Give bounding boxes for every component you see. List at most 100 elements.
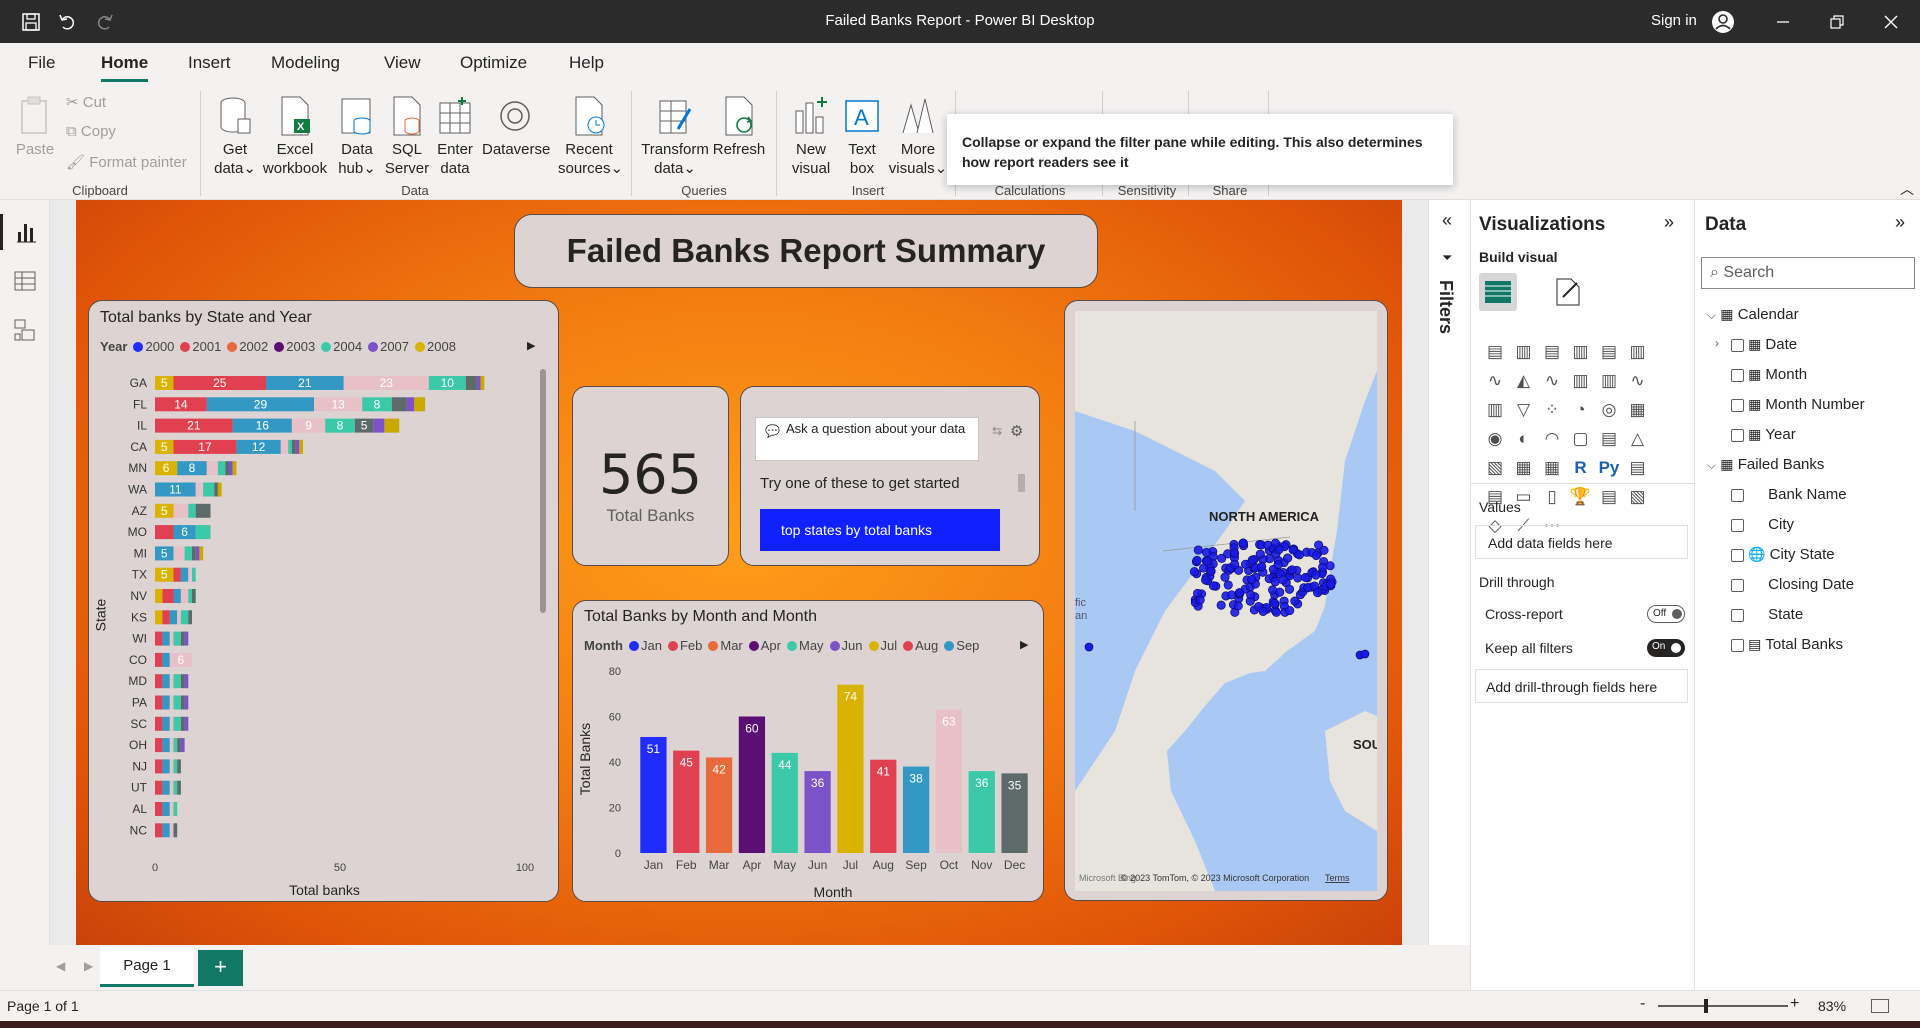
more-visuals-button[interactable]: More visuals⌄ [888,95,948,178]
data-field[interactable]: ▦ Month [1721,366,1807,383]
close-icon[interactable] [1877,8,1905,36]
qna-share-icon[interactable]: ⇆ [992,424,1002,438]
data-field[interactable]: Closing Date [1721,576,1854,593]
state-year-chart[interactable]: Total banks by State and Year Year 2000 2… [88,300,559,902]
visual-type-icon[interactable]: 🏆 [1569,485,1593,509]
data-field[interactable]: › ▦ Date [1715,336,1797,353]
get-data-button[interactable]: Get data⌄ [210,95,260,178]
restore-icon[interactable] [1823,8,1851,36]
visual-type-icon[interactable]: ▦ [1512,456,1536,480]
keep-filters-toggle[interactable]: On [1647,639,1685,657]
qna-input[interactable]: 💬 Ask a question about your data [755,417,979,461]
excel-workbook-button[interactable]: X Excel workbook [262,95,328,178]
new-visual-button[interactable]: New visual [786,95,836,178]
data-field[interactable]: 🌐 City State [1721,546,1835,563]
visual-type-icon[interactable]: ▤ [1597,340,1621,364]
visual-type-icon[interactable]: ▤ [1540,340,1564,364]
zoom-in-button[interactable]: + [1790,995,1799,1013]
data-field[interactable]: ▤ Total Banks [1721,636,1843,653]
add-data-fields-well[interactable]: Add data fields here [1475,525,1688,559]
add-page-button[interactable]: + [198,950,243,986]
menu-file[interactable]: File [28,53,55,73]
visual-type-icon[interactable]: R [1569,456,1593,480]
visual-type-icon[interactable]: ▦ [1540,456,1564,480]
month-chart[interactable]: Total Banks by Month and Month Month Jan… [572,600,1044,902]
visual-type-icon[interactable]: ∿ [1626,369,1650,393]
collapse-ribbon-icon[interactable]: ︿ [1900,179,1914,199]
visual-type-icon[interactable]: △ [1626,427,1650,451]
text-box-button[interactable]: A Text box [840,95,884,178]
refresh-button[interactable]: Refresh [712,95,766,159]
visual-type-icon[interactable]: ⁘ [1540,398,1564,422]
next-page-icon[interactable]: ▶ [84,959,93,973]
visual-type-icon[interactable]: ◎ [1597,398,1621,422]
data-hub-button[interactable]: Data hub⌄ [334,95,380,178]
visual-type-icon[interactable]: ∿ [1483,369,1507,393]
expand-filters-icon[interactable]: « [1442,210,1452,231]
account-icon[interactable] [1709,8,1737,36]
settings-icon[interactable]: ⚙ [1010,422,1023,440]
build-visual-tab[interactable] [1479,273,1517,311]
visual-type-icon[interactable]: ◭ [1512,369,1536,393]
model-view-icon[interactable] [0,312,50,348]
fit-to-page-icon[interactable] [1871,999,1889,1013]
visual-type-icon[interactable]: ▤ [1483,340,1507,364]
visual-type-icon[interactable]: ▦ [1626,398,1650,422]
menu-help[interactable]: Help [569,53,604,73]
visual-type-icon[interactable]: ▤ [1597,427,1621,451]
data-field[interactable]: ▦ Month Number [1721,396,1865,413]
visual-type-icon[interactable]: ▥ [1569,340,1593,364]
add-drill-through-well[interactable]: Add drill-through fields here [1475,669,1688,703]
zoom-out-button[interactable]: - [1640,995,1645,1013]
prev-page-icon[interactable]: ◀ [56,959,65,973]
map-terms-link[interactable]: Terms [1325,873,1350,883]
visual-type-icon[interactable]: ▽ [1512,398,1536,422]
menu-modeling[interactable]: Modeling [271,53,340,73]
visual-type-icon[interactable]: ∿ [1540,369,1564,393]
state-chart-scrollbar[interactable] [540,369,546,613]
visual-type-icon[interactable]: ◉ [1483,427,1507,451]
data-table-0[interactable]: ⌵ ▦ Calendar [1707,306,1799,323]
kpi-card[interactable]: 565 Total Banks [572,386,729,566]
data-search-box[interactable]: ⌕ Search [1701,257,1915,289]
menu-view[interactable]: View [384,53,421,73]
visual-type-icon[interactable]: ▧ [1483,456,1507,480]
visual-type-icon[interactable]: ▥ [1626,340,1650,364]
visual-type-icon[interactable]: ▯ [1540,485,1564,509]
paste-button[interactable]: Paste [14,95,56,159]
transform-data-button[interactable]: Transform data⌄ [640,95,710,178]
enter-data-button[interactable]: Enter data [432,95,478,178]
data-field[interactable]: ▦ Year [1721,426,1796,443]
visual-type-icon[interactable]: ▥ [1512,340,1536,364]
copy-button[interactable]: ⧉ Copy [66,123,116,140]
dataverse-button[interactable]: Dataverse [482,95,550,159]
collapse-data-icon[interactable]: » [1895,212,1905,233]
visual-type-icon[interactable]: ◔ [1569,398,1593,422]
data-field[interactable]: State [1721,606,1803,623]
data-field[interactable]: City [1721,516,1794,533]
menu-home[interactable]: Home [101,53,149,82]
qna-suggestion-button[interactable]: top states by total banks [760,509,1000,551]
visual-type-icon[interactable]: ▢ [1569,427,1593,451]
data-field[interactable]: Bank Name [1721,486,1847,503]
visual-type-icon[interactable]: ▧ [1626,485,1650,509]
minimize-icon[interactable] [1769,8,1797,36]
collapse-viz-icon[interactable]: » [1664,212,1674,233]
visual-type-icon[interactable]: ▥ [1597,369,1621,393]
data-table-1[interactable]: ⌵ ▦ Failed Banks [1707,456,1824,473]
report-view-icon[interactable] [0,214,50,250]
format-visual-tab[interactable] [1549,273,1587,311]
visual-type-icon[interactable]: ◠ [1540,427,1564,451]
menu-insert[interactable]: Insert [188,53,231,73]
map-card[interactable]: NORTH AMERICA SOU fic an Microsoft Bing … [1064,300,1388,901]
sql-server-button[interactable]: SQL Server [384,95,430,178]
table-view-icon[interactable] [0,262,50,298]
cut-button[interactable]: ✂ Cut [66,93,106,111]
qna-scrollbar[interactable] [1018,474,1025,492]
recent-sources-button[interactable]: Recent sources⌄ [558,95,623,178]
map-visual[interactable]: NORTH AMERICA SOU fic an Microsoft Bing … [1075,311,1377,891]
visual-type-icon[interactable]: ▥ [1569,369,1593,393]
visual-type-icon[interactable]: ▤ [1597,485,1621,509]
visual-type-icon[interactable]: ◐ [1512,427,1536,451]
sign-in-link[interactable]: Sign in [1651,12,1697,29]
